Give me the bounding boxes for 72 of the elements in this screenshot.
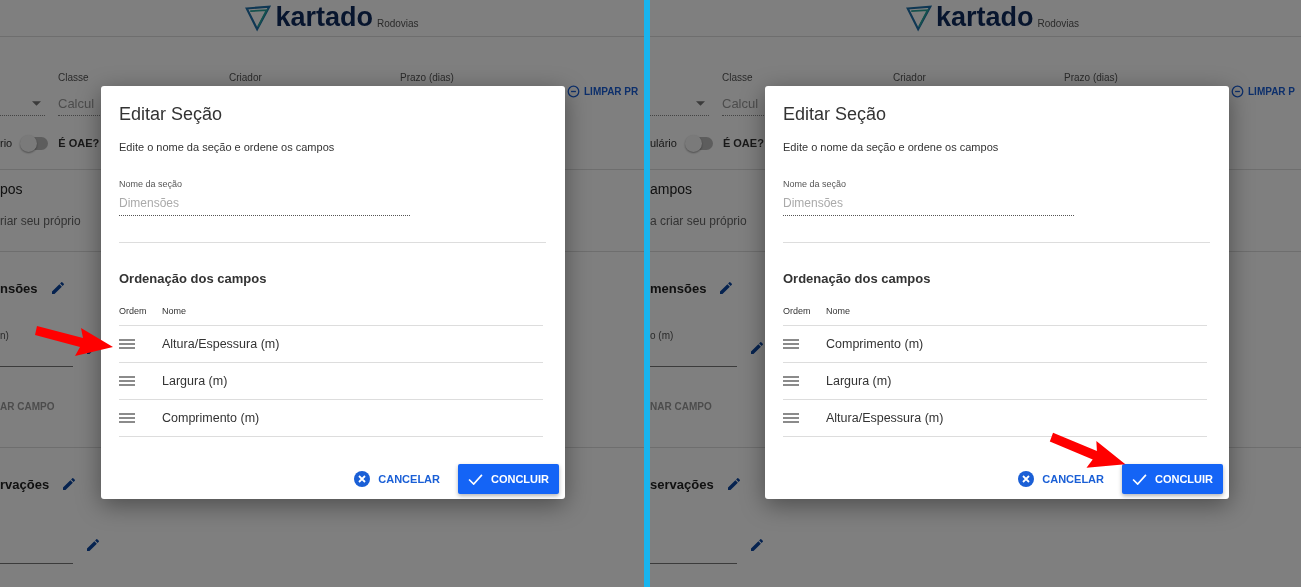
drag-handle-icon[interactable] bbox=[119, 413, 135, 423]
cancel-button[interactable]: CANCELAR bbox=[354, 464, 440, 494]
edit-icon[interactable] bbox=[49, 280, 66, 296]
drag-handle-icon[interactable] bbox=[119, 376, 135, 386]
field-label: Criador bbox=[229, 71, 263, 85]
hint-text: a criar seu próprio bbox=[650, 214, 747, 228]
section-heading: Ordenação dos campos bbox=[783, 270, 932, 288]
confirm-button[interactable]: CONCLUIR bbox=[458, 464, 559, 494]
toggle-label: É OAE? bbox=[722, 137, 764, 149]
logo-icon bbox=[245, 4, 272, 32]
field-label: Nome da seção bbox=[119, 178, 184, 190]
section-title: servações bbox=[650, 476, 714, 492]
edit-icon[interactable] bbox=[749, 537, 765, 553]
logo-subtitle: Rodovias bbox=[1037, 18, 1080, 29]
field-name: Comprimento (m) bbox=[162, 411, 260, 425]
field-label: Nome da seção bbox=[783, 178, 848, 190]
minus-circle-icon bbox=[567, 84, 580, 98]
field-label: o (m) bbox=[650, 329, 675, 343]
minus-circle-icon bbox=[1231, 84, 1244, 98]
logo-icon bbox=[905, 4, 932, 32]
column-header: Ordem bbox=[783, 306, 812, 316]
field-name: Largura (m) bbox=[162, 374, 228, 388]
section-title: nsões bbox=[0, 280, 38, 296]
caret-icon bbox=[32, 100, 41, 106]
drag-handle-icon[interactable] bbox=[783, 339, 799, 349]
field-label: Classe bbox=[58, 71, 90, 85]
logo-text: kartado bbox=[275, 2, 373, 32]
drag-handle-icon[interactable] bbox=[783, 413, 799, 423]
toggle-label: ulário bbox=[650, 137, 677, 149]
close-icon bbox=[1018, 471, 1035, 487]
field-name: Altura/Espessura (m) bbox=[162, 337, 280, 351]
column-header: Nome bbox=[826, 306, 850, 316]
edit-icon[interactable] bbox=[85, 537, 101, 553]
dialog-subtitle: Edite o nome da seção e ordene os campos bbox=[783, 140, 1000, 154]
drag-handle-icon[interactable] bbox=[783, 376, 799, 386]
section-title: ampos bbox=[650, 180, 693, 198]
field-name: Comprimento (m) bbox=[826, 337, 924, 351]
edit-icon[interactable] bbox=[718, 280, 735, 296]
field-label: Prazo (dias) bbox=[400, 71, 455, 85]
edit-icon[interactable] bbox=[61, 476, 78, 492]
drag-handle-icon[interactable] bbox=[119, 339, 135, 349]
field-name: Altura/Espessura (m) bbox=[826, 411, 944, 425]
clear-button[interactable]: LIMPAR PR bbox=[567, 79, 644, 103]
field-label: n) bbox=[0, 329, 10, 343]
logo-text: kartado bbox=[935, 2, 1034, 32]
logo-subtitle: Rodovias bbox=[376, 18, 419, 29]
toggle-label: rio bbox=[0, 137, 13, 149]
caret-icon bbox=[696, 100, 705, 106]
edit-icon[interactable] bbox=[725, 476, 742, 492]
clear-button[interactable]: LIMPAR P bbox=[1231, 79, 1301, 103]
column-header: Ordem bbox=[119, 306, 148, 316]
section-title: mensões bbox=[650, 280, 707, 296]
dialog-subtitle: Edite o nome da seção e ordene os campos bbox=[119, 140, 336, 154]
section-title: rvações bbox=[0, 476, 50, 492]
section-title: pos bbox=[0, 180, 23, 198]
dialog-title: Editar Seção bbox=[119, 104, 224, 124]
field-label: Criador bbox=[893, 71, 927, 85]
check-icon bbox=[1131, 473, 1147, 485]
edit-icon[interactable] bbox=[749, 340, 765, 356]
field-label: Classe bbox=[722, 71, 754, 85]
hint-text: riar seu próprio bbox=[0, 214, 81, 228]
close-icon bbox=[354, 471, 371, 487]
toggle-switch[interactable] bbox=[22, 136, 49, 150]
confirm-button[interactable]: CONCLUIR bbox=[1122, 464, 1223, 494]
toggle-switch[interactable] bbox=[686, 136, 713, 150]
toggle-label: É OAE? bbox=[58, 137, 100, 149]
field-label: Prazo (dias) bbox=[1064, 71, 1119, 85]
section-heading: Ordenação dos campos bbox=[119, 270, 268, 288]
field-name: Largura (m) bbox=[826, 374, 892, 388]
column-header: Nome bbox=[162, 306, 186, 316]
check-icon bbox=[467, 473, 483, 485]
dialog-title: Editar Seção bbox=[783, 104, 888, 124]
